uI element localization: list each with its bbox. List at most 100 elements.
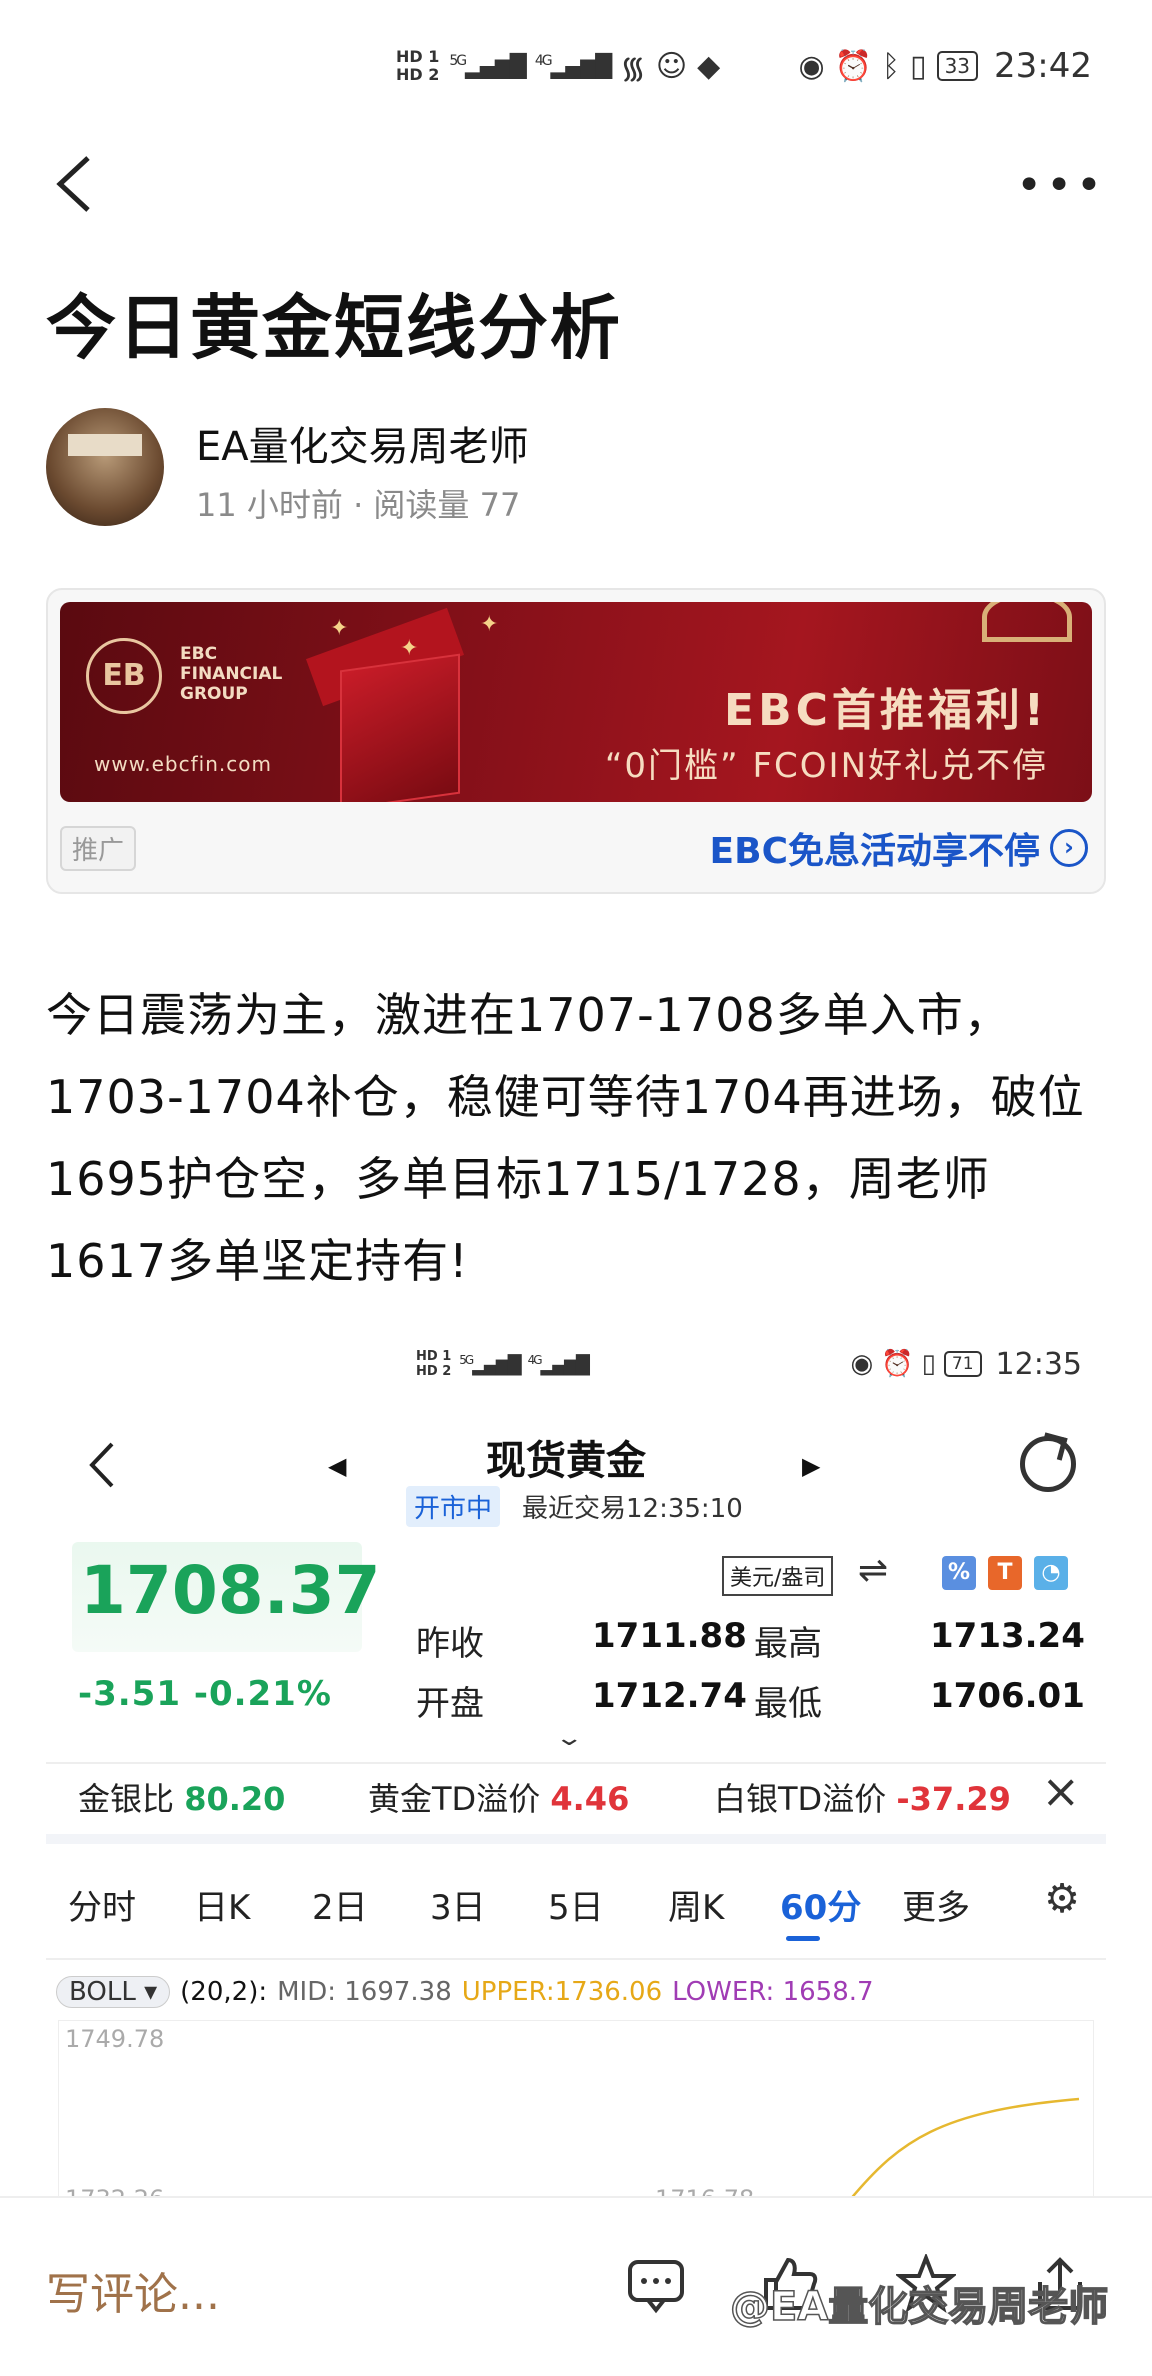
high-value: 1713.24 (930, 1616, 1085, 1656)
boll-selector: BOLL ▾ (56, 1976, 171, 2008)
open-label: 开盘 (416, 1684, 484, 1724)
battery-icon: 33 (936, 51, 979, 81)
prev-close-value: 1711.88 (592, 1616, 747, 1656)
alarm-icon: ⏰ (834, 48, 873, 84)
tab-2day: 2日 (312, 1888, 368, 1928)
gold-td-value: 4.46 (550, 1780, 630, 1818)
price-change: -3.51 -0.21% (78, 1674, 332, 1714)
percent-tool-icon: % (942, 1556, 976, 1590)
tab-more: 更多 (902, 1888, 970, 1928)
signal-4g-icon: 4G▂▄▆█ (527, 1352, 590, 1376)
signal-5g-icon: 5G▂▄▆█ (459, 1352, 521, 1376)
ratio-row: 金银比 80.20 黄金TD溢价 4.46 白银TD溢价 -37.29 × (46, 1764, 1106, 1828)
unit-selector: 美元/盎司 (722, 1556, 834, 1596)
high-label: 最高 (754, 1624, 822, 1664)
low-value: 1706.01 (930, 1676, 1085, 1716)
tab-weekly: 周K (668, 1888, 725, 1928)
vibrate-icon: ▯ (921, 1349, 936, 1379)
author-name[interactable]: EA量化交易周老师 (196, 414, 529, 472)
wifi-icon: ᯾ (620, 50, 646, 86)
embedded-screenshot[interactable]: HD 1 HD 2 5G▂▄▆█ 4G▂▄▆█ ◉ ⏰ ▯ 71 12:35 ◀… (46, 1320, 1106, 2200)
avatar[interactable] (46, 408, 164, 526)
ad-url: www.ebcfin.com (94, 752, 272, 776)
boll-name: BOLL (69, 1977, 136, 2007)
bluetooth-icon: ᛒ (882, 48, 901, 84)
comment-icon[interactable] (626, 2254, 686, 2314)
ad-promo-tag: 推广 (60, 826, 137, 871)
ad-card[interactable]: EB EBC FINANCIAL GROUP www.ebcfin.com ✦ … (46, 588, 1106, 894)
sparkle-icon: ✦ (480, 612, 499, 637)
status-bar: HD 1 HD 2 5G▂▄▆█ 4G▂▄▆█ ᯾ ☺ ◆ ◉ ⏰ ᛒ ▯ 33… (396, 36, 1092, 96)
chevron-down-icon: ⌄ (554, 1726, 584, 1751)
eye-icon: ◉ (798, 48, 825, 84)
tab-intraday: 分时 (68, 1888, 136, 1928)
comment-input[interactable]: 写评论... (46, 2258, 220, 2322)
divider (46, 1958, 1106, 1960)
price-chart: 1749.78 1732.26 1716.78 (58, 2020, 1094, 2200)
back-arrow-icon (89, 1442, 114, 1488)
period-tabs: 分时 日K 2日 3日 5日 周K 60分 更多 ⚙ (46, 1860, 1106, 1950)
low-label: 最低 (754, 1684, 822, 1724)
back-arrow-icon[interactable] (52, 154, 96, 214)
sparkle-icon: ✦ (330, 616, 349, 641)
alarm-icon: ⏰ (881, 1349, 914, 1379)
market-status-badge: 开市中 (406, 1486, 501, 1527)
ebc-logo-icon: EB (86, 638, 162, 714)
divider (46, 1834, 1106, 1844)
signal-5g-icon: 5G▂▄▆█ (449, 52, 526, 80)
sim-indicator: HD 1 HD 2 (396, 48, 439, 84)
more-options-icon[interactable]: ••• (1016, 164, 1106, 208)
gold-silver-value: 80.20 (184, 1780, 286, 1818)
boll-indicator-row: BOLL ▾ (20,2): MID: 1697.38 UPPER:1736.0… (56, 1972, 874, 2012)
sparkle-icon: ✦ (400, 636, 419, 661)
signal-4g-icon: 4G▂▄▆█ (534, 52, 612, 80)
logo-line-2: FINANCIAL (180, 664, 283, 684)
gold-td-label: 黄金TD溢价 (368, 1780, 541, 1818)
prev-instrument-icon: ◀ (328, 1452, 347, 1480)
article-body: 今日震荡为主，激进在1707-1708多单入市，1703-1704补仓，稳健可等… (46, 988, 1085, 1288)
refresh-icon (1020, 1436, 1076, 1492)
tab-daily: 日K (194, 1888, 251, 1928)
instrument-title: 现货黄金 (486, 1438, 646, 1484)
sim1-label: HD 1 (396, 47, 440, 66)
ebc-logo-text: EBC FINANCIAL GROUP (180, 644, 282, 704)
boll-lower: LOWER: 1658.7 (672, 1977, 874, 2007)
silver-td-premium: 白银TD溢价 -37.29 (714, 1774, 1011, 1820)
last-trade-time: 最近交易12:35:10 (522, 1494, 743, 1524)
tab-3day: 3日 (430, 1888, 486, 1928)
boll-params: (20,2): (180, 1977, 268, 2007)
logo-line-3: GROUP (180, 684, 248, 704)
tab-60min: 60分 (780, 1888, 862, 1928)
sim-indicator: HD 1 HD 2 (416, 1349, 451, 1379)
article-title: 今日黄金短线分析 (46, 287, 622, 369)
active-tab-indicator (786, 1936, 820, 1941)
gear-icon: ⚙ (1044, 1876, 1080, 1922)
close-icon: × (1041, 1764, 1080, 1818)
bottom-action-bar: 写评论... @EA量化交易周老师 (0, 2196, 1152, 2376)
embedded-status-bar: HD 1 HD 2 5G▂▄▆█ 4G▂▄▆█ ◉ ⏰ ▯ 71 12:35 (416, 1342, 1082, 1386)
silver-td-label: 白银TD溢价 (714, 1780, 887, 1818)
clock: 23:42 (994, 46, 1092, 86)
gold-td-premium: 黄金TD溢价 4.46 (368, 1774, 629, 1820)
sim2-label: HD 2 (416, 1364, 452, 1379)
gold-silver-ratio: 金银比 80.20 (78, 1774, 285, 1820)
gift-box-graphic (340, 653, 460, 802)
author-info[interactable]: EA量化交易周老师 11 小时前 · 阅读量 77 (46, 408, 1106, 528)
t-tool-icon: T (988, 1556, 1022, 1590)
ad-banner-image[interactable]: EB EBC FINANCIAL GROUP www.ebcfin.com ✦ … (60, 602, 1092, 802)
logo-line-1: EBC (180, 644, 218, 664)
sim2-label: HD 2 (396, 65, 440, 84)
ribbon-bow-graphic (982, 602, 1072, 642)
chevron-right-icon: › (1050, 829, 1088, 867)
boll-upper: UPPER:1736.06 (461, 1977, 663, 2007)
silver-td-value: -37.29 (896, 1780, 1011, 1818)
clock: 12:35 (995, 1346, 1082, 1382)
app-notification-icon: ◆ (697, 48, 721, 84)
eye-icon: ◉ (850, 1349, 874, 1379)
pie-tool-icon: ◔ (1034, 1556, 1068, 1590)
ad-cta-label: EBC免息活动享不停 (709, 831, 1040, 872)
swap-icon: ⇌ (858, 1550, 889, 1591)
boll-upper-line (848, 2097, 1080, 2200)
sim1-label: HD 1 (416, 1349, 452, 1364)
ad-cta-link[interactable]: EBC免息活动享不停 › (710, 822, 1088, 874)
